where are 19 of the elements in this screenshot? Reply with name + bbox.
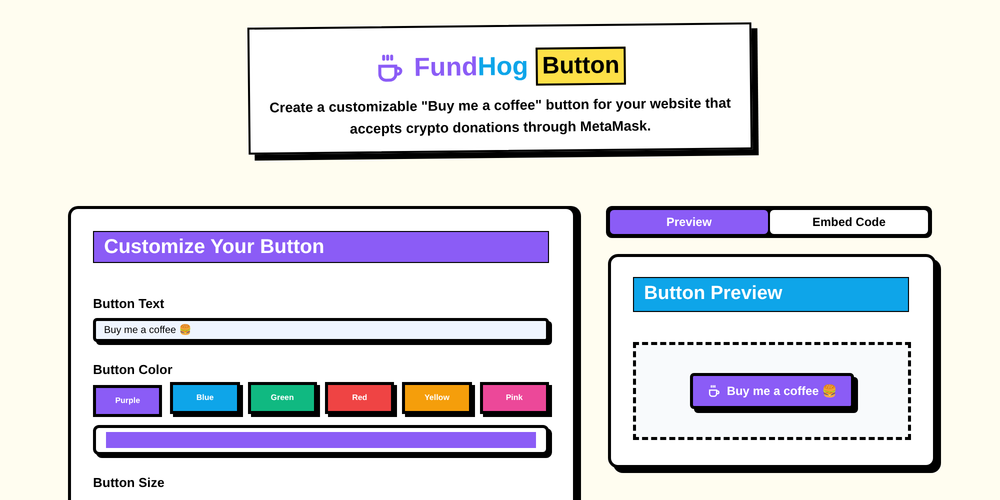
section-heading: Button Preview (633, 277, 909, 312)
color-option[interactable]: Pink (480, 382, 549, 414)
tab[interactable]: Preview (610, 210, 768, 234)
text-input-field[interactable]: Buy me a coffee 🍔 (93, 318, 549, 342)
color-option[interactable]: Purple (93, 385, 162, 417)
field-label: Button Color (93, 362, 174, 378)
description: Create a customizable "Buy me a coffee" button for your website that accepts crypto donations through MetaMask. (268, 94, 732, 139)
title-badge: Button (536, 46, 626, 86)
section-heading: Customize Your Button (93, 231, 549, 263)
coffee-cup-icon (706, 384, 721, 398)
field-label: Button Text (93, 296, 166, 312)
color-option[interactable]: Yellow (402, 382, 472, 414)
color-option[interactable]: Green (248, 382, 317, 414)
color-option[interactable]: Blue (170, 382, 240, 414)
color-option[interactable]: Red (324, 382, 394, 414)
field-label: Button Size (93, 475, 166, 491)
tab[interactable]: Embed Code (770, 210, 928, 234)
color-field[interactable] (93, 425, 549, 455)
brand-name: FundHog (414, 50, 528, 84)
